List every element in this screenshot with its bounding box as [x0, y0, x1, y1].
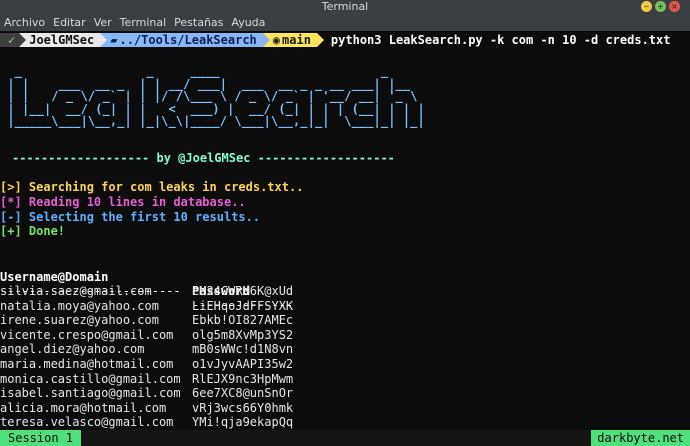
prompt-branch: main: [282, 32, 311, 47]
username-cell: monica.castillo@gmail.com: [0, 371, 181, 386]
folder-icon: ▰: [110, 32, 118, 47]
username-cell: teresa.velasco@gmail.com: [0, 415, 174, 430]
status-line: [*] Reading 10 lines in database..: [0, 195, 246, 209]
password-cell: vRj3wcs66Y0hmk: [192, 400, 294, 415]
username-cell: irene.suarez@yahoo.com: [0, 313, 159, 328]
title-bar: Terminal ‒ + ×: [0, 0, 690, 14]
maximize-icon[interactable]: +: [655, 1, 666, 12]
username-cell: angel.diez@yahoo.com: [0, 342, 145, 357]
username-cell: vicente.crespo@gmail.com: [0, 327, 174, 342]
menu-ver[interactable]: Ver: [94, 16, 112, 29]
close-icon[interactable]: ×: [669, 1, 680, 12]
password-cell: olg5m8XvMp3YS2: [192, 327, 294, 342]
prompt-user-segment: JoelGMSec: [19, 32, 108, 47]
menu-editar[interactable]: Editar: [53, 16, 86, 29]
github-icon: ◉: [272, 32, 281, 47]
status-line: [+] Done!: [0, 224, 66, 238]
password-cell: eM24CWRM6K@xUd: [192, 284, 294, 298]
window-title: Terminal: [321, 0, 369, 13]
ascii-banner: _ _ ____ _ | | ___ __ _ | | __/ ___| ___…: [7, 64, 425, 128]
password-cell: mB0sWWc!d1N8vn: [192, 342, 294, 357]
banner-byline: ------------------- by @JoelGMSec ------…: [12, 151, 395, 165]
status-line: [-] Selecting the first 10 results..: [0, 210, 261, 224]
shell-prompt: ✓ JoelGMSec ▰ ../Tools/LeakSearch ◉ main…: [0, 33, 690, 47]
prompt-path: ../Tools/LeakSearch: [119, 32, 257, 47]
username-cell: silvia.saez@gmail.com: [0, 284, 152, 298]
status-line: [>] Searching for com leaks in creds.txt…: [0, 180, 304, 194]
prompt-path-segment: ▰ ../Tools/LeakSearch: [100, 32, 270, 47]
menu-terminal[interactable]: Terminal: [120, 16, 167, 29]
password-cell: RlEJX9nc3HpMwm: [192, 371, 294, 386]
prompt-user: JoelGMSec: [29, 32, 95, 47]
session-tab[interactable]: Session 1: [0, 430, 82, 446]
minimize-icon[interactable]: ‒: [641, 1, 652, 12]
command-text: python3 LeakSearch.py -k com -n 10 -d cr…: [330, 32, 671, 47]
status-bar: Session 1 darkbyte.net: [0, 430, 690, 446]
password-cell: Ebkb!OI827AMEc: [192, 313, 294, 328]
menu-ayuda[interactable]: Ayuda: [231, 16, 265, 29]
password-cell: 6ee7XC8@unSnOr: [192, 386, 294, 401]
username-cell: isabel.santiago@gmail.com: [0, 386, 181, 401]
menu-archivo[interactable]: Archivo: [4, 16, 45, 29]
prompt-git-segment: ◉ main: [262, 32, 324, 47]
hostname-label: darkbyte.net: [591, 430, 690, 446]
prompt-status-segment: ✓: [0, 32, 27, 47]
menu-bar: Archivo Editar Ver Terminal Pestañas Ayu…: [0, 14, 690, 31]
check-icon: ✓: [8, 32, 16, 47]
menu-pestanas[interactable]: Pestañas: [174, 16, 223, 29]
password-cell: o1vJyvAAPI35w2: [192, 357, 294, 371]
terminal-output[interactable]: ✓ JoelGMSec ▰ ../Tools/LeakSearch ◉ main…: [0, 31, 690, 430]
username-cell: alicia.mora@hotmail.com: [0, 400, 167, 415]
password-cell: LiEHqoJdFFSYXK: [192, 298, 294, 313]
password-cell: YMi!qja9ekapQq: [192, 415, 294, 430]
username-cell: natalia.moya@yahoo.com: [0, 298, 159, 313]
username-cell: maria.medina@hotmail.com: [0, 357, 174, 371]
